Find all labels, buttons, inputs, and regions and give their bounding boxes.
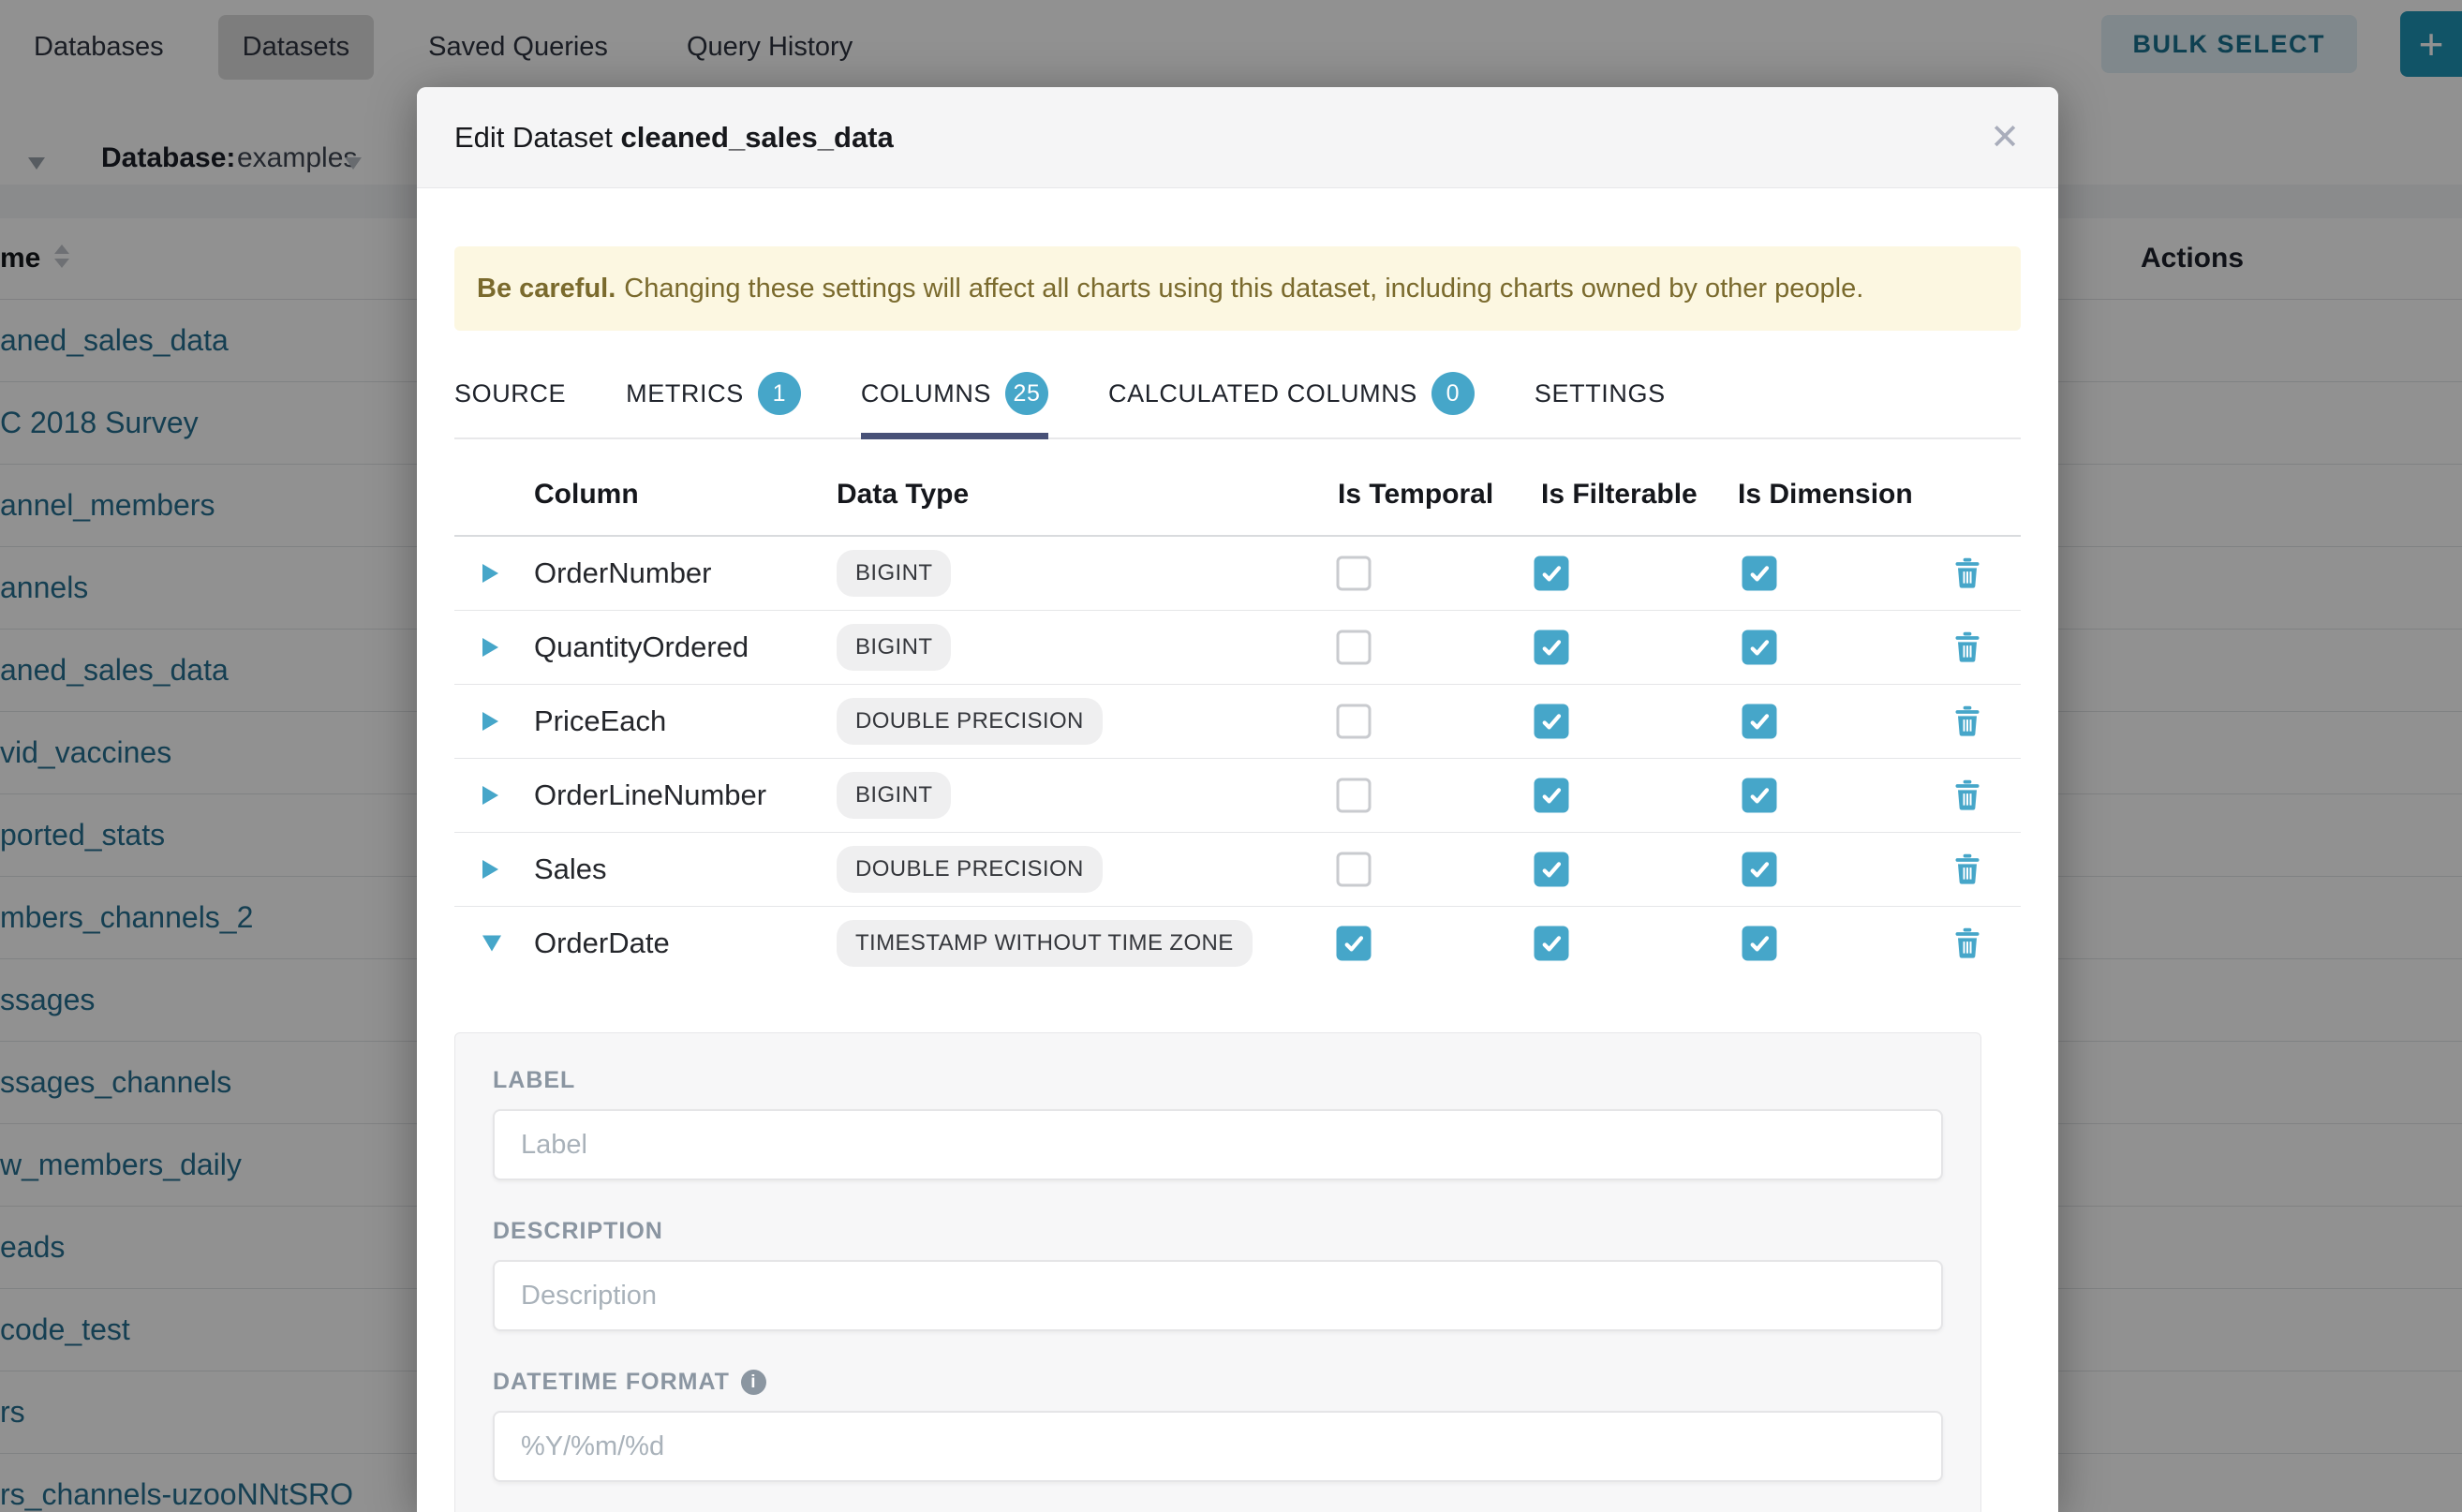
tab-columns-label: COLUMNS bbox=[861, 379, 991, 408]
column-name: OrderLineNumber bbox=[534, 778, 766, 812]
header-data-type: Data Type bbox=[837, 479, 969, 511]
delete-column-icon[interactable] bbox=[1953, 557, 1981, 589]
column-row: PriceEach DOUBLE PRECISION bbox=[454, 685, 2021, 759]
expand-caret-icon[interactable] bbox=[482, 860, 498, 879]
tab-columns[interactable]: COLUMNS 25 bbox=[861, 359, 1048, 437]
data-type-pill: DOUBLE PRECISION bbox=[837, 698, 1103, 745]
collapse-caret-icon[interactable] bbox=[482, 936, 501, 952]
is-filterable-checkbox[interactable] bbox=[1535, 556, 1569, 591]
tab-metrics[interactable]: METRICS 1 bbox=[626, 359, 801, 437]
columns-table-header: Column Data Type Is Temporal Is Filterab… bbox=[454, 454, 2021, 537]
is-filterable-checkbox[interactable] bbox=[1535, 852, 1569, 887]
tab-metrics-label: METRICS bbox=[626, 379, 744, 408]
warning-banner: Be careful. Changing these settings will… bbox=[454, 246, 2021, 331]
is-dimension-checkbox[interactable] bbox=[1743, 630, 1777, 665]
expand-caret-icon[interactable] bbox=[482, 638, 498, 657]
edit-dataset-modal: Edit Dataset cleaned_sales_data ✕ Be car… bbox=[417, 87, 2058, 1512]
expand-caret-icon[interactable] bbox=[482, 786, 498, 805]
expand-caret-icon[interactable] bbox=[482, 712, 498, 731]
expand-caret-icon[interactable] bbox=[482, 564, 498, 583]
is-filterable-checkbox[interactable] bbox=[1535, 704, 1569, 739]
tab-settings[interactable]: SETTINGS bbox=[1535, 359, 1666, 437]
columns-rows: OrderNumber BIGINT QuantityOrdered BIGINT Pr… bbox=[454, 537, 2021, 980]
delete-column-icon[interactable] bbox=[1953, 853, 1981, 885]
column-name: PriceEach bbox=[534, 704, 666, 738]
delete-column-icon[interactable] bbox=[1953, 927, 1981, 959]
modal-tabs: SOURCE METRICS 1 COLUMNS 25 CALCULATED C… bbox=[454, 359, 2021, 439]
is-dimension-checkbox[interactable] bbox=[1743, 926, 1777, 961]
is-temporal-checkbox[interactable] bbox=[1337, 556, 1372, 591]
datetime-format-input[interactable] bbox=[493, 1411, 1943, 1482]
column-name: QuantityOrdered bbox=[534, 630, 749, 664]
description-field-label: DESCRIPTION bbox=[493, 1218, 1943, 1245]
is-dimension-checkbox[interactable] bbox=[1743, 852, 1777, 887]
tab-settings-label: SETTINGS bbox=[1535, 379, 1666, 408]
header-is-dimension: Is Dimension bbox=[1738, 479, 1913, 511]
is-filterable-checkbox[interactable] bbox=[1535, 630, 1569, 665]
data-type-pill: BIGINT bbox=[837, 624, 951, 671]
is-temporal-checkbox[interactable] bbox=[1337, 778, 1372, 813]
columns-table: Column Data Type Is Temporal Is Filterab… bbox=[454, 454, 2021, 980]
delete-column-icon[interactable] bbox=[1953, 705, 1981, 737]
modal-title-dataset: cleaned_sales_data bbox=[621, 121, 894, 154]
data-type-pill: DOUBLE PRECISION bbox=[837, 846, 1103, 893]
is-temporal-checkbox[interactable] bbox=[1337, 926, 1372, 961]
is-temporal-checkbox[interactable] bbox=[1337, 852, 1372, 887]
info-icon[interactable]: i bbox=[741, 1370, 766, 1395]
calculated-columns-count-badge: 0 bbox=[1431, 372, 1475, 415]
tab-source[interactable]: SOURCE bbox=[454, 359, 566, 437]
column-row: OrderLineNumber BIGINT bbox=[454, 759, 2021, 833]
label-input[interactable] bbox=[493, 1109, 1943, 1180]
column-detail-panel: LABEL DESCRIPTION DATETIME FORMAT i bbox=[454, 1032, 1981, 1512]
header-column: Column bbox=[534, 479, 639, 511]
metrics-count-badge: 1 bbox=[758, 372, 801, 415]
column-row: OrderDate TIMESTAMP WITHOUT TIME ZONE bbox=[454, 907, 2021, 980]
tab-source-label: SOURCE bbox=[454, 379, 566, 408]
is-filterable-checkbox[interactable] bbox=[1535, 926, 1569, 961]
is-dimension-checkbox[interactable] bbox=[1743, 778, 1777, 813]
tab-calculated-columns[interactable]: CALCULATED COLUMNS 0 bbox=[1108, 359, 1475, 437]
column-row: Sales DOUBLE PRECISION bbox=[454, 833, 2021, 907]
column-row: OrderNumber BIGINT bbox=[454, 537, 2021, 611]
is-temporal-checkbox[interactable] bbox=[1337, 630, 1372, 665]
is-filterable-checkbox[interactable] bbox=[1535, 778, 1569, 813]
is-temporal-checkbox[interactable] bbox=[1337, 704, 1372, 739]
screen: Databases Datasets Saved Queries Query H… bbox=[0, 0, 2462, 1512]
datetime-format-field-label: DATETIME FORMAT i bbox=[493, 1369, 1943, 1396]
modal-title-prefix: Edit Dataset bbox=[454, 121, 613, 154]
description-input[interactable] bbox=[493, 1260, 1943, 1331]
column-name: Sales bbox=[534, 852, 607, 886]
label-field-label: LABEL bbox=[493, 1067, 1943, 1094]
column-name: OrderNumber bbox=[534, 556, 712, 590]
data-type-pill: BIGINT bbox=[837, 550, 951, 597]
is-dimension-checkbox[interactable] bbox=[1743, 556, 1777, 591]
warning-banner-text: Changing these settings will affect all … bbox=[624, 274, 1863, 304]
delete-column-icon[interactable] bbox=[1953, 631, 1981, 663]
columns-count-badge: 25 bbox=[1005, 372, 1048, 415]
modal-body: Be careful. Changing these settings will… bbox=[417, 246, 2058, 1512]
tab-calculated-columns-label: CALCULATED COLUMNS bbox=[1108, 379, 1417, 408]
modal-header: Edit Dataset cleaned_sales_data ✕ bbox=[417, 87, 2058, 188]
warning-banner-bold: Be careful. bbox=[477, 274, 616, 304]
header-is-temporal: Is Temporal bbox=[1338, 479, 1493, 511]
data-type-pill: BIGINT bbox=[837, 772, 951, 819]
header-is-filterable: Is Filterable bbox=[1541, 479, 1698, 511]
close-icon[interactable]: ✕ bbox=[1981, 113, 2028, 160]
delete-column-icon[interactable] bbox=[1953, 779, 1981, 811]
modal-title: Edit Dataset cleaned_sales_data bbox=[454, 121, 894, 155]
column-name: OrderDate bbox=[534, 926, 670, 960]
data-type-pill: TIMESTAMP WITHOUT TIME ZONE bbox=[837, 920, 1253, 967]
is-dimension-checkbox[interactable] bbox=[1743, 704, 1777, 739]
column-row: QuantityOrdered BIGINT bbox=[454, 611, 2021, 685]
